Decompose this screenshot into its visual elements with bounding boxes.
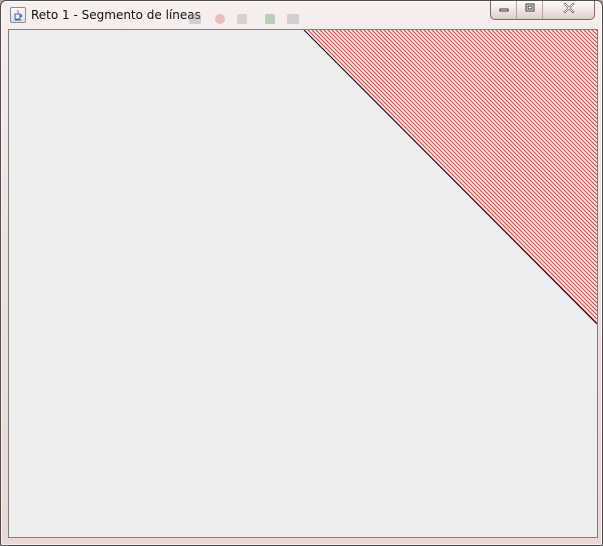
window-title: Reto 1 - Segmento de líneas bbox=[31, 8, 201, 22]
background-toolbar-ghost bbox=[189, 14, 319, 28]
java-coffee-icon bbox=[10, 7, 26, 23]
hatch-line bbox=[595, 30, 597, 32]
drawing-canvas bbox=[8, 29, 598, 538]
close-button[interactable] bbox=[543, 1, 594, 19]
maximize-button[interactable] bbox=[517, 1, 543, 19]
app-window: Reto 1 - Segmento de líneas bbox=[0, 0, 603, 546]
minimize-button[interactable] bbox=[491, 1, 517, 19]
window-controls bbox=[490, 1, 595, 20]
close-icon bbox=[562, 1, 576, 19]
line-segment-drawing bbox=[9, 30, 597, 537]
maximize-icon bbox=[524, 1, 536, 19]
minimize-icon bbox=[498, 1, 510, 19]
canvas-background bbox=[9, 30, 597, 537]
title-bar[interactable]: Reto 1 - Segmento de líneas bbox=[1, 1, 602, 30]
